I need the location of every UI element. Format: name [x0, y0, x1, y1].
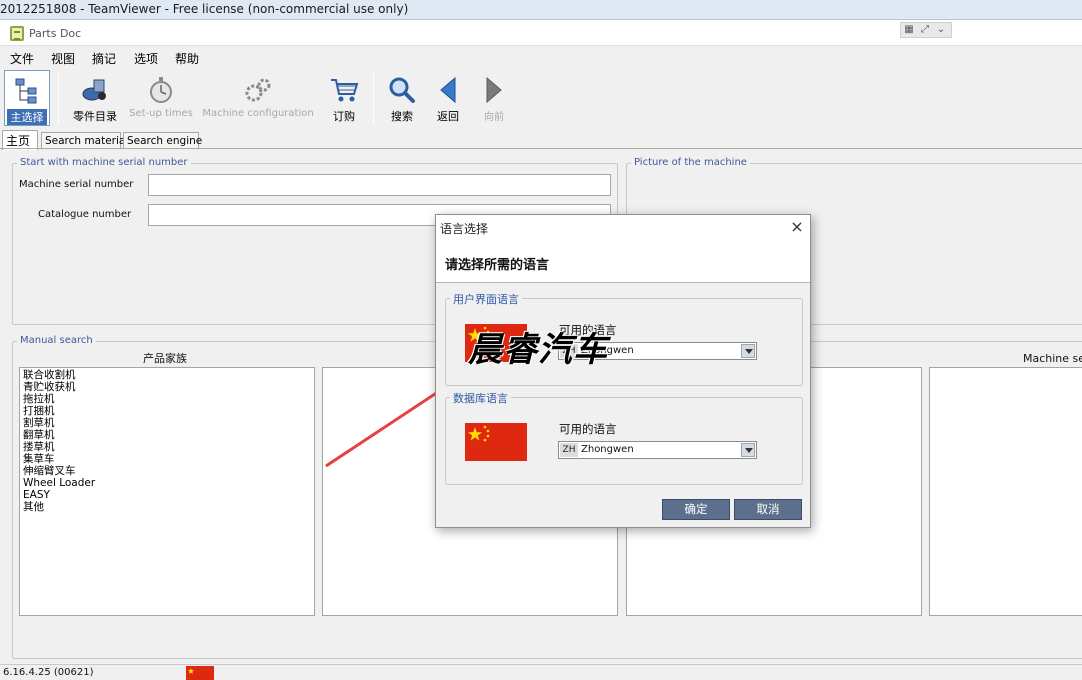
list-item[interactable]: 伸缩臂叉车: [20, 465, 314, 477]
list-item[interactable]: EASY: [20, 489, 314, 501]
chevron-down-icon[interactable]: [741, 443, 755, 457]
language-code-badge: ZH: [560, 443, 578, 457]
stopwatch-icon: [150, 77, 172, 103]
list-item[interactable]: 割草机: [20, 417, 314, 429]
machine-series-list[interactable]: [929, 367, 1082, 616]
app-title: Parts Doc: [29, 27, 82, 40]
chevron-down-icon[interactable]: ⌄: [933, 23, 949, 37]
parts-catalog-icon: [82, 79, 106, 101]
list-item[interactable]: 拖拉机: [20, 393, 314, 405]
ok-button[interactable]: 确定: [662, 499, 730, 520]
serial-number-legend: Start with machine serial number: [17, 157, 191, 168]
order-label: 订购: [333, 110, 355, 123]
chevron-down-icon[interactable]: [741, 344, 755, 358]
menu-notes[interactable]: 摘记: [92, 50, 116, 67]
tab-home[interactable]: 主页: [2, 130, 38, 150]
status-bar: 6.16.4.25 (00621): [0, 664, 1082, 680]
setup-times-label: Set-up times: [129, 108, 193, 119]
db-language-value: Zhongwen: [581, 444, 634, 455]
catalogue-number-label: Catalogue number: [38, 209, 132, 220]
teamviewer-controls: ▦ ⤢ ⌄: [900, 22, 952, 38]
order-button[interactable]: 订购: [322, 70, 366, 126]
db-language-legend: 数据库语言: [450, 390, 511, 406]
menu-view[interactable]: 视图: [51, 50, 75, 67]
back-arrow-icon: [440, 76, 456, 104]
dialog-title: 语言选择: [440, 222, 489, 236]
machine-serial-label: Machine serial number: [19, 179, 134, 190]
ui-language-legend: 用户界面语言: [450, 291, 522, 307]
shopping-cart-icon: [331, 79, 359, 102]
toolbar-separator: [58, 72, 59, 124]
menu-bar: 文件 视图 摘记 选项 帮助: [0, 46, 1082, 68]
teamviewer-titlebar: 2012251808 - TeamViewer - Free license (…: [0, 0, 1082, 20]
menu-options[interactable]: 选项: [134, 50, 158, 67]
main-selection-label: 主选择: [7, 109, 47, 125]
parts-catalog-label: 零件目录: [73, 110, 117, 123]
version-text: 6.16.4.25 (00621): [3, 667, 94, 678]
tab-divider: [0, 148, 1082, 149]
list-item[interactable]: 其他: [20, 501, 314, 513]
cancel-button[interactable]: 取消: [734, 499, 802, 520]
machine-series-title: Machine seri: [1023, 352, 1082, 365]
tab-search-engine[interactable]: Search engine: [123, 132, 202, 149]
gears-icon: [245, 78, 271, 102]
parts-doc-app-icon: [10, 26, 24, 41]
machine-configuration-button[interactable]: Machine configuration: [200, 70, 316, 126]
list-item[interactable]: 联合收割机: [20, 369, 314, 381]
forward-button[interactable]: 向前: [474, 70, 514, 126]
back-label: 返回: [437, 110, 459, 123]
dialog-header: 语言选择 × 请选择所需的语言: [436, 215, 810, 283]
tab-bar: 主页 Search material Search engine: [0, 130, 1082, 150]
search-button[interactable]: 搜索: [380, 70, 424, 126]
grid-icon[interactable]: ▦: [901, 23, 917, 37]
back-button[interactable]: 返回: [428, 70, 468, 126]
product-family-title: 产品家族: [143, 352, 187, 365]
product-family-list[interactable]: 联合收割机 青贮收获机 拖拉机 打捆机 割草机 翻草机 搂草机 集草车 伸缩臂叉…: [19, 367, 315, 616]
parts-catalog-button[interactable]: 零件目录: [64, 70, 126, 126]
db-language-select[interactable]: ZH Zhongwen: [558, 441, 757, 459]
list-item[interactable]: 搂草机: [20, 441, 314, 453]
main-selection-button[interactable]: 主选择: [4, 70, 50, 126]
setup-times-button[interactable]: Set-up times: [128, 70, 194, 126]
menu-help[interactable]: 帮助: [175, 50, 199, 67]
dialog-heading: 请选择所需的语言: [445, 258, 550, 273]
forward-arrow-icon: [486, 76, 502, 104]
list-item[interactable]: 集草车: [20, 453, 314, 465]
menu-file[interactable]: 文件: [10, 50, 34, 67]
toolbar: 主选择 零件目录 Set-up times Machine configurat…: [0, 68, 1082, 128]
search-label: 搜索: [391, 110, 413, 123]
china-flag-icon: [186, 666, 214, 680]
list-item[interactable]: 打捆机: [20, 405, 314, 417]
magnifier-icon: [389, 77, 415, 103]
machine-picture-legend: Picture of the machine: [631, 157, 750, 168]
db-language-group: 数据库语言 可用的语言 ZH Zhongwen: [445, 390, 803, 485]
forward-label: 向前: [484, 112, 504, 123]
fullscreen-icon[interactable]: ⤢: [917, 23, 933, 37]
tree-icon: [15, 78, 37, 104]
machine-configuration-label: Machine configuration: [202, 108, 314, 119]
china-flag-icon: [465, 423, 527, 461]
db-available-languages-label: 可用的语言: [559, 422, 617, 436]
list-item[interactable]: Wheel Loader: [20, 477, 314, 489]
watermark-text: 晨睿汽车: [468, 330, 608, 370]
list-item[interactable]: 翻草机: [20, 429, 314, 441]
tab-search-material[interactable]: Search material: [41, 132, 128, 149]
manual-search-legend: Manual search: [17, 335, 96, 346]
language-dialog: 语言选择 × 请选择所需的语言 用户界面语言 可用的语言 ZH Zhongwen…: [435, 214, 811, 528]
teamviewer-title: 2012251808 - TeamViewer - Free license (…: [0, 2, 409, 16]
close-icon[interactable]: ×: [788, 217, 806, 237]
toolbar-separator: [373, 72, 374, 124]
machine-serial-input[interactable]: [148, 174, 611, 196]
list-item[interactable]: 青贮收获机: [20, 381, 314, 393]
